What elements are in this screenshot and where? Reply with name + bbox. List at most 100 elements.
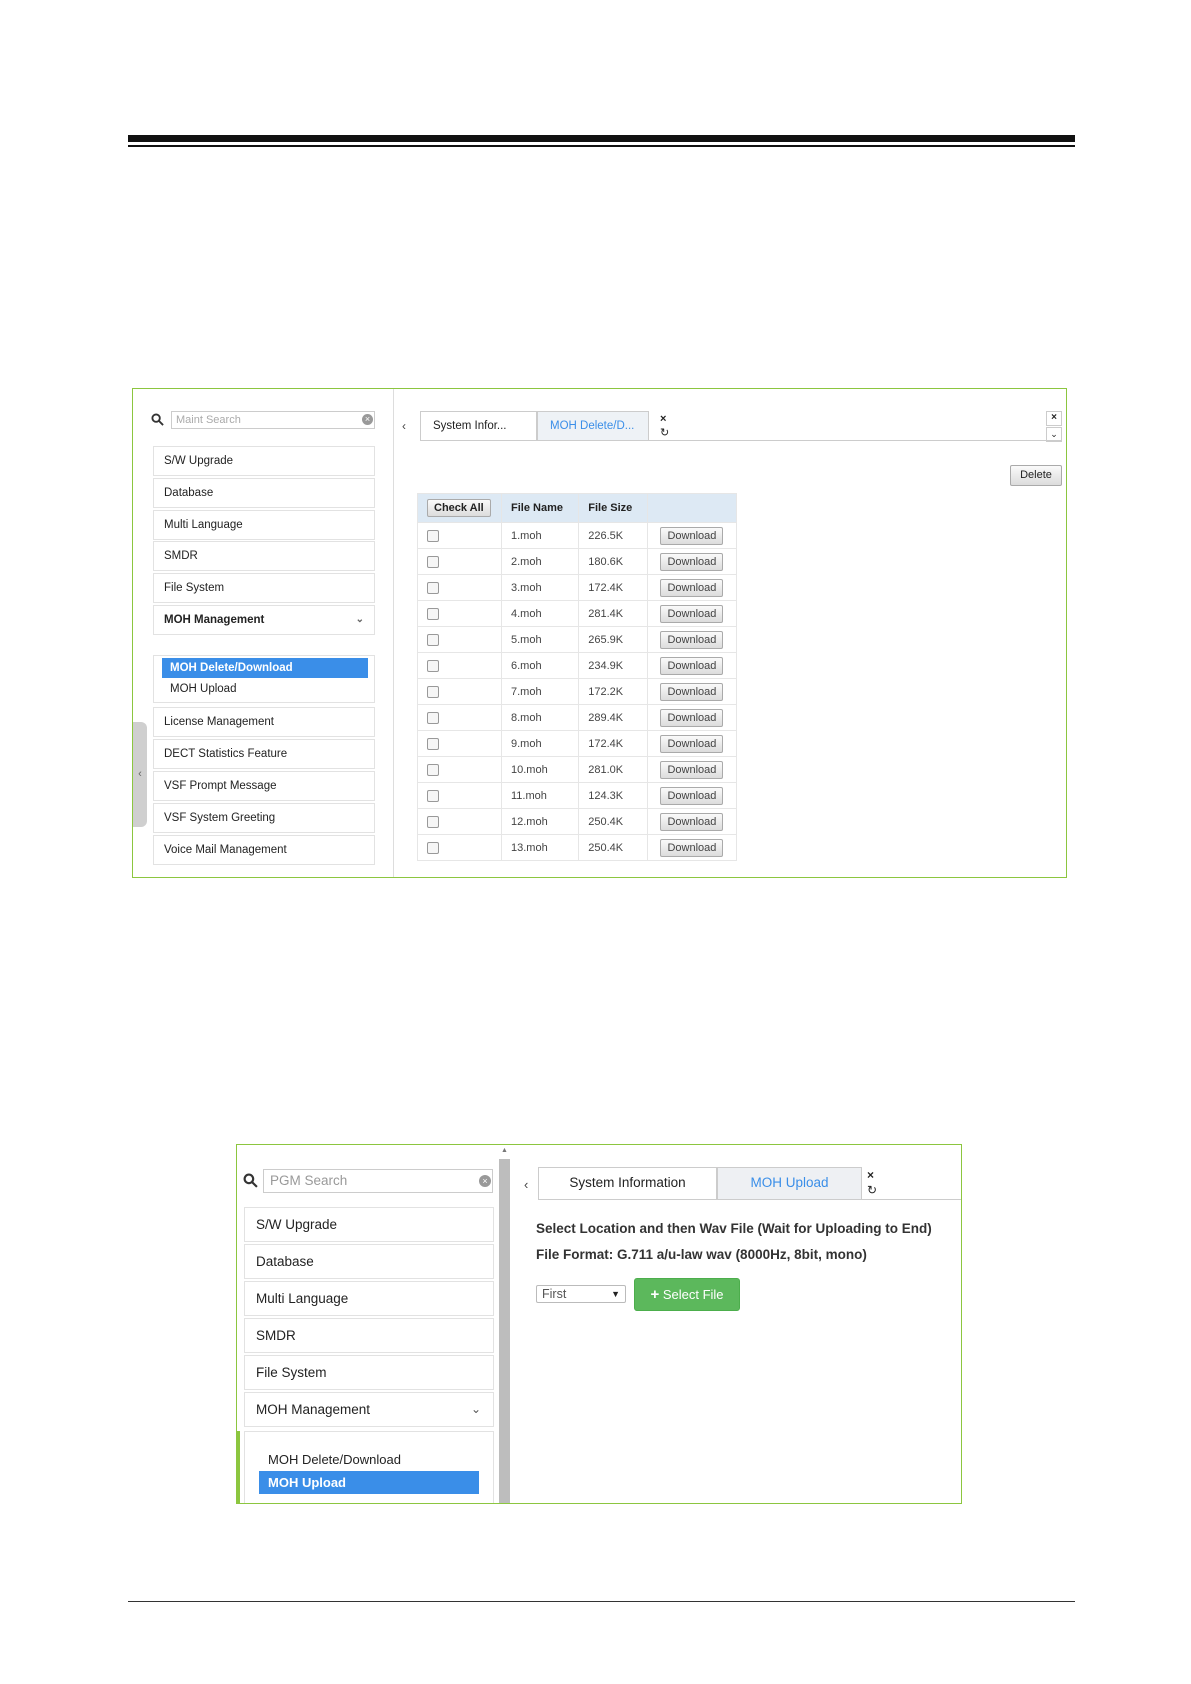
sidebar-item-smdr[interactable]: SMDR xyxy=(153,541,375,571)
row-checkbox[interactable] xyxy=(427,685,439,698)
sidebar-item-multi-language[interactable]: Multi Language xyxy=(244,1281,494,1316)
row-checkbox[interactable] xyxy=(427,711,439,724)
download-button[interactable]: Download xyxy=(660,708,724,727)
tab-bar-divider xyxy=(538,1199,961,1200)
sidebar-item-voice-mail[interactable]: Voice Mail Management xyxy=(153,835,375,865)
download-button[interactable]: Download xyxy=(660,838,724,857)
screenshot-moh-delete-download: Maint Search × S/W Upgrade Database Mult… xyxy=(132,388,1067,878)
file-name-cell: 12.moh xyxy=(500,808,580,835)
row-checkbox[interactable] xyxy=(427,659,439,672)
check-all-button[interactable]: Check All xyxy=(427,499,491,517)
download-button[interactable]: Download xyxy=(660,734,724,753)
row-checkbox[interactable] xyxy=(427,529,439,542)
tab-system-information[interactable]: System Information xyxy=(538,1167,717,1199)
clear-search-icon[interactable]: × xyxy=(362,414,373,425)
search-icon xyxy=(243,1173,258,1188)
sidebar-item-database[interactable]: Database xyxy=(153,478,375,508)
download-cell: Download xyxy=(646,574,738,601)
sidebar-item-label: File System xyxy=(164,582,225,594)
search-input[interactable]: PGM Search xyxy=(263,1169,493,1193)
row-checkbox[interactable] xyxy=(427,581,439,594)
clear-search-icon[interactable]: × xyxy=(479,1175,491,1187)
submenu-item-moh-upload[interactable]: MOH Upload xyxy=(162,679,368,699)
download-button[interactable]: Download xyxy=(660,552,724,571)
submenu-item-moh-delete-download[interactable]: MOH Delete/Download xyxy=(162,658,368,678)
row-checkbox-cell xyxy=(417,730,502,757)
select-file-button[interactable]: + Select File xyxy=(634,1278,740,1311)
delete-button[interactable]: Delete xyxy=(1010,465,1062,486)
sidebar-item-file-system[interactable]: File System xyxy=(244,1355,494,1390)
sidebar-item-label: File System xyxy=(256,1365,327,1380)
tab-bar-divider xyxy=(420,440,1062,441)
row-checkbox[interactable] xyxy=(427,815,439,828)
header-rule-thin xyxy=(128,145,1075,147)
download-button[interactable]: Download xyxy=(660,604,724,623)
tab-system-information[interactable]: System Infor... xyxy=(420,411,537,441)
tab-moh-upload[interactable]: MOH Upload xyxy=(717,1167,862,1199)
file-name-cell: 9.moh xyxy=(500,730,580,757)
sidebar-item-dect-statistics[interactable]: DECT Statistics Feature xyxy=(153,739,375,769)
sidebar-item-moh-management[interactable]: MOH Management ⌄ xyxy=(244,1392,494,1427)
row-checkbox[interactable] xyxy=(427,841,439,854)
download-cell: Download xyxy=(646,678,738,705)
download-button[interactable]: Download xyxy=(660,526,724,545)
sidebar-collapse-handle[interactable]: ‹ xyxy=(133,722,147,827)
tab-moh-delete-download[interactable]: MOH Delete/D... xyxy=(537,411,649,441)
frame-edge xyxy=(237,1431,240,1503)
location-select[interactable]: First ▼ xyxy=(536,1285,626,1303)
sidebar-item-vsf-prompt[interactable]: VSF Prompt Message xyxy=(153,771,375,801)
download-button[interactable]: Download xyxy=(660,578,724,597)
check-all-cell: Check All xyxy=(417,493,502,523)
submenu-moh: MOH Delete/Download MOH Upload xyxy=(153,655,375,703)
sidebar-item-label: Voice Mail Management xyxy=(164,844,287,856)
download-button[interactable]: Download xyxy=(660,786,724,805)
search-input[interactable]: Maint Search xyxy=(171,411,375,429)
refresh-tab-icon[interactable]: ↻ xyxy=(867,1183,877,1197)
close-tab-icon[interactable]: × xyxy=(660,413,666,425)
sidebar-item-moh-management[interactable]: MOH Management ⌄ xyxy=(153,605,375,635)
row-checkbox[interactable] xyxy=(427,633,439,646)
download-cell: Download xyxy=(646,834,738,861)
file-size-cell: 226.5K xyxy=(578,522,648,549)
sidebar-item-license-management[interactable]: License Management xyxy=(153,707,375,737)
row-checkbox[interactable] xyxy=(427,607,439,620)
file-size-cell: 172.4K xyxy=(578,574,648,601)
collapse-window-icon[interactable]: ⌄ xyxy=(1046,427,1062,442)
sidebar-scrollbar[interactable] xyxy=(499,1159,510,1503)
submenu-item-moh-upload[interactable]: MOH Upload xyxy=(259,1471,479,1494)
sidebar-item-sw-upgrade[interactable]: S/W Upgrade xyxy=(153,446,375,476)
sidebar-item-file-system[interactable]: File System xyxy=(153,573,375,603)
row-checkbox-cell xyxy=(417,756,502,783)
download-button[interactable]: Download xyxy=(660,760,724,779)
download-cell: Download xyxy=(646,626,738,653)
table-header-row: Check All File Name File Size xyxy=(417,493,738,523)
sidebar-item-label: SMDR xyxy=(164,550,198,562)
sidebar-item-vsf-greeting[interactable]: VSF System Greeting xyxy=(153,803,375,833)
tab-scroll-left-icon[interactable]: ‹ xyxy=(402,419,406,433)
download-button[interactable]: Download xyxy=(660,630,724,649)
sidebar-item-smdr[interactable]: SMDR xyxy=(244,1318,494,1353)
row-checkbox[interactable] xyxy=(427,789,439,802)
sidebar-item-multi-language[interactable]: Multi Language xyxy=(153,510,375,540)
header-rule-thick xyxy=(128,135,1075,142)
tab-scroll-left-icon[interactable]: ‹ xyxy=(524,1177,528,1192)
download-button[interactable]: Download xyxy=(660,812,724,831)
file-size-cell: 289.4K xyxy=(578,704,648,731)
close-window-icon[interactable]: × xyxy=(1046,411,1062,426)
row-checkbox[interactable] xyxy=(427,763,439,776)
submenu-item-moh-delete-download[interactable]: MOH Delete/Download xyxy=(259,1448,479,1471)
download-button[interactable]: Download xyxy=(660,656,724,675)
column-file-name: File Name xyxy=(500,493,580,523)
row-checkbox[interactable] xyxy=(427,555,439,568)
close-tab-icon[interactable]: × xyxy=(867,1168,874,1182)
row-checkbox[interactable] xyxy=(427,737,439,750)
download-button[interactable]: Download xyxy=(660,682,724,701)
sidebar-item-sw-upgrade[interactable]: S/W Upgrade xyxy=(244,1207,494,1242)
row-checkbox-cell xyxy=(417,808,502,835)
file-name-cell: 4.moh xyxy=(500,600,580,627)
file-size-cell: 265.9K xyxy=(578,626,648,653)
refresh-tab-icon[interactable]: ↻ xyxy=(660,426,669,439)
scroll-up-icon[interactable]: ▲ xyxy=(499,1147,510,1157)
sidebar-item-database[interactable]: Database xyxy=(244,1244,494,1279)
file-size-cell: 234.9K xyxy=(578,652,648,679)
